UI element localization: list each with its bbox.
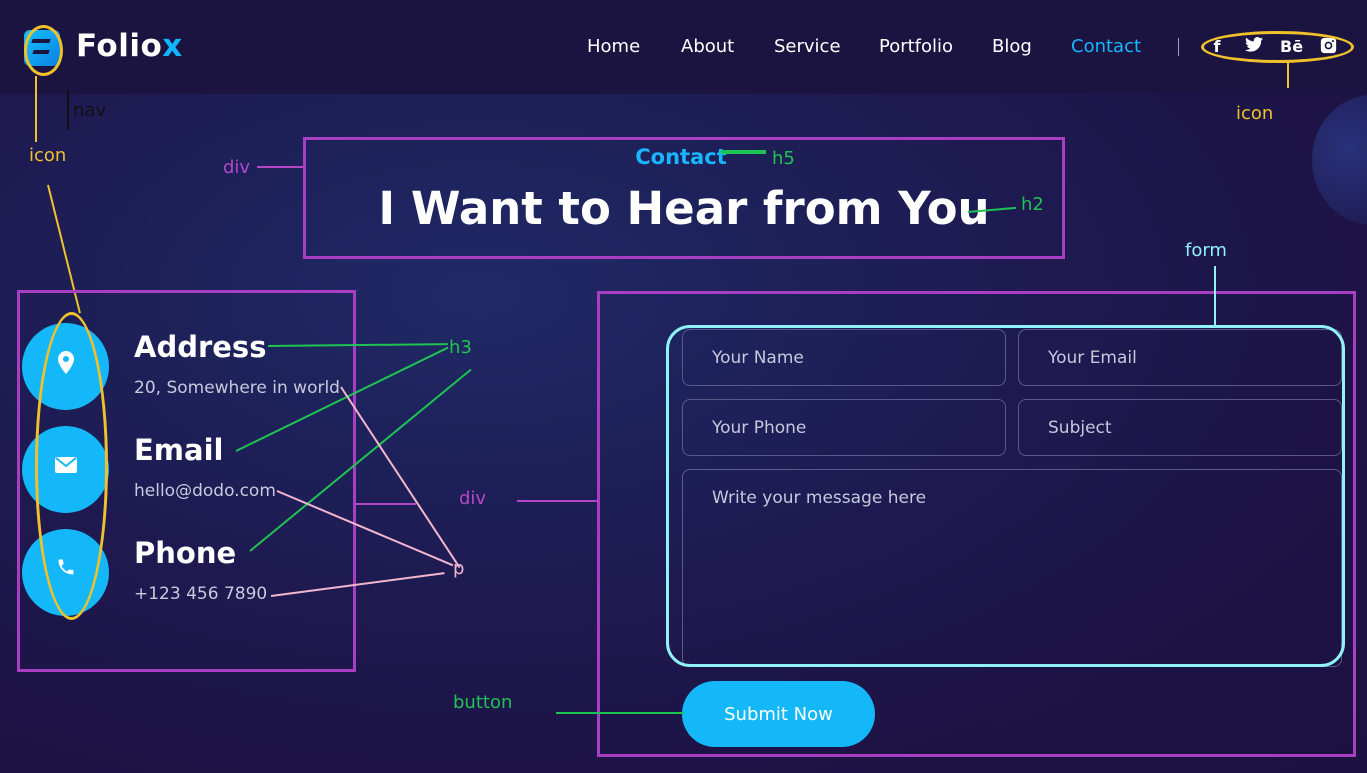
decorative-orb (1312, 95, 1367, 225)
brand-name: Folio (76, 28, 163, 64)
annotation-h5-label: h5 (772, 148, 795, 169)
annotation-hero-div-label: div (223, 157, 251, 178)
annotation-social-icons-oval (1201, 31, 1354, 63)
nav-link-blog[interactable]: Blog (992, 36, 1032, 57)
annotation-logo-icon-oval (24, 25, 63, 76)
brand-logo-text[interactable]: Foliox (76, 28, 183, 64)
annotation-hero-div-line (257, 166, 303, 168)
annotation-h5-line (721, 150, 766, 154)
annotation-h2-label: h2 (1021, 194, 1044, 215)
annotation-info-div-label: div (459, 488, 487, 509)
annotation-h3-label: h3 (449, 337, 472, 358)
annotation-icon-label-right: icon (1236, 103, 1274, 124)
brand-name-accent: x (162, 28, 183, 64)
nav-link-service[interactable]: Service (774, 36, 841, 57)
annotation-nav-label: nav (73, 100, 107, 121)
annotation-p-line-address (340, 386, 461, 569)
annotation-button-line (556, 712, 684, 714)
annotation-icon-line-right (1287, 62, 1289, 88)
annotation-form-div-line (517, 500, 598, 502)
annotation-nav-line (67, 90, 69, 130)
annotation-icon-label-left: icon (29, 145, 67, 166)
nav-link-about[interactable]: About (681, 36, 734, 57)
annotation-button-label: button (453, 692, 513, 713)
annotation-info-div-line (356, 503, 416, 505)
nav-link-contact[interactable]: Contact (1071, 36, 1141, 57)
annotation-form-line (1214, 266, 1216, 326)
nav-link-home[interactable]: Home (587, 36, 640, 57)
annotation-form-label: form (1185, 240, 1227, 261)
annotation-form-outline (666, 325, 1345, 667)
annotation-info-div-rect (17, 290, 356, 672)
annotation-hero-div-rect (303, 137, 1065, 259)
annotation-icon-line-top (35, 76, 37, 142)
nav-divider (1178, 38, 1179, 56)
nav-link-portfolio[interactable]: Portfolio (879, 36, 953, 57)
